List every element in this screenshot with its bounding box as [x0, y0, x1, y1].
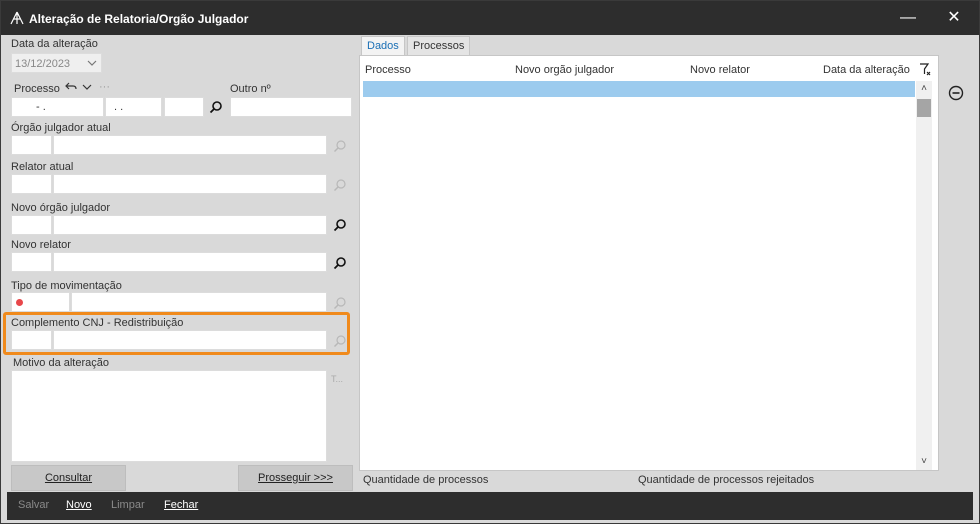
data-alteracao-field[interactable]: 13/12/2023	[11, 53, 102, 73]
motivo-label: Motivo da alteração	[13, 357, 109, 369]
search-icon	[332, 138, 348, 154]
grid-scrollbar[interactable]: ˄ ˅	[916, 81, 932, 470]
orgao-atual-code[interactable]	[11, 135, 52, 155]
novo-relator-desc[interactable]	[53, 252, 327, 272]
main-window: Alteração de Relatoria/Orgão Julgador — …	[0, 0, 980, 524]
outro-label: Outro nº	[230, 83, 271, 95]
app-logo-icon	[10, 11, 24, 25]
quantidade-rejeitados-label: Quantidade de processos rejeitados	[638, 474, 815, 486]
relator-atual-label: Relator atual	[11, 161, 74, 173]
novo-orgao-code[interactable]	[11, 215, 52, 235]
outro-numero-field[interactable]	[230, 97, 352, 117]
scroll-down-icon[interactable]: ˅	[916, 454, 932, 470]
tab-processos-rejeitados[interactable]: Processos rejeitados	[407, 36, 471, 70]
title-bar: Alteração de Relatoria/Orgão Julgador — …	[1, 1, 979, 35]
processo-field-3[interactable]	[164, 97, 204, 117]
tipo-mov-label: Tipo de movimentação	[11, 280, 122, 292]
column-header-novo-relator[interactable]: Novo relator	[690, 64, 750, 76]
processo-label: Processo	[14, 83, 60, 95]
search-icon	[332, 177, 348, 193]
relator-atual-code[interactable]	[11, 174, 52, 194]
novo-button[interactable]: Novo	[66, 499, 92, 511]
tipo-mov-desc[interactable]	[71, 292, 327, 312]
orgao-atual-label: Órgão julgador atual	[11, 122, 111, 134]
grid-header: Processo Novo orgão julgador Novo relato…	[360, 56, 938, 80]
column-header-data-alteracao[interactable]: Data da alteração	[823, 64, 910, 76]
fechar-button[interactable]: Fechar	[164, 499, 198, 511]
grid-selected-row[interactable]	[363, 81, 915, 97]
novo-orgao-label: Novo órgão julgador	[11, 202, 111, 214]
limpar-button[interactable]: Limpar	[111, 499, 145, 511]
scroll-up-icon[interactable]: ˄	[916, 81, 932, 97]
text-tool-icon[interactable]: T...	[331, 374, 343, 384]
salvar-button[interactable]: Salvar	[18, 499, 49, 511]
novo-relator-code[interactable]	[11, 252, 52, 272]
footer-toolbar: Salvar Novo Limpar Fechar	[7, 492, 973, 520]
processos-grid: Processo Novo orgão julgador Novo relato…	[359, 55, 939, 471]
remove-circle-icon[interactable]	[947, 84, 965, 102]
required-indicator	[16, 299, 23, 306]
tab-dados[interactable]: Dados	[361, 36, 405, 55]
minimize-button[interactable]: —	[885, 1, 931, 35]
window-title: Alteração de Relatoria/Orgão Julgador	[29, 12, 249, 26]
scroll-thumb[interactable]	[917, 99, 931, 117]
data-alteracao-value: 13/12/2023	[15, 58, 71, 70]
processo-field-1[interactable]: - .	[11, 97, 104, 117]
search-icon[interactable]	[208, 99, 224, 115]
relator-atual-desc[interactable]	[53, 174, 327, 194]
orgao-atual-desc[interactable]	[53, 135, 327, 155]
processo-field-2[interactable]: . .	[105, 97, 162, 117]
close-button[interactable]: ✕	[931, 1, 977, 35]
consultar-button[interactable]: Consultar	[11, 465, 126, 491]
prosseguir-button[interactable]: Prosseguir >>>	[238, 465, 353, 491]
column-header-processo[interactable]: Processo	[365, 64, 411, 76]
filter-icon[interactable]	[919, 63, 931, 80]
column-header-novo-orgao[interactable]: Novo orgão julgador	[515, 64, 614, 76]
chevron-down-icon[interactable]	[86, 57, 98, 72]
motivo-textarea[interactable]	[11, 370, 327, 462]
highlight-frame	[3, 312, 350, 355]
more-options-icon[interactable]: ···	[99, 81, 110, 93]
chevron-down-icon[interactable]	[79, 79, 95, 95]
search-icon[interactable]	[332, 255, 348, 271]
undo-icon[interactable]	[63, 79, 79, 95]
search-icon	[332, 295, 348, 311]
quantidade-processos-label: Quantidade de processos	[363, 474, 489, 486]
novo-orgao-desc[interactable]	[53, 215, 327, 235]
novo-relator-label: Novo relator	[11, 239, 71, 251]
search-icon[interactable]	[332, 217, 348, 233]
data-alteracao-label: Data da alteração	[11, 38, 98, 50]
